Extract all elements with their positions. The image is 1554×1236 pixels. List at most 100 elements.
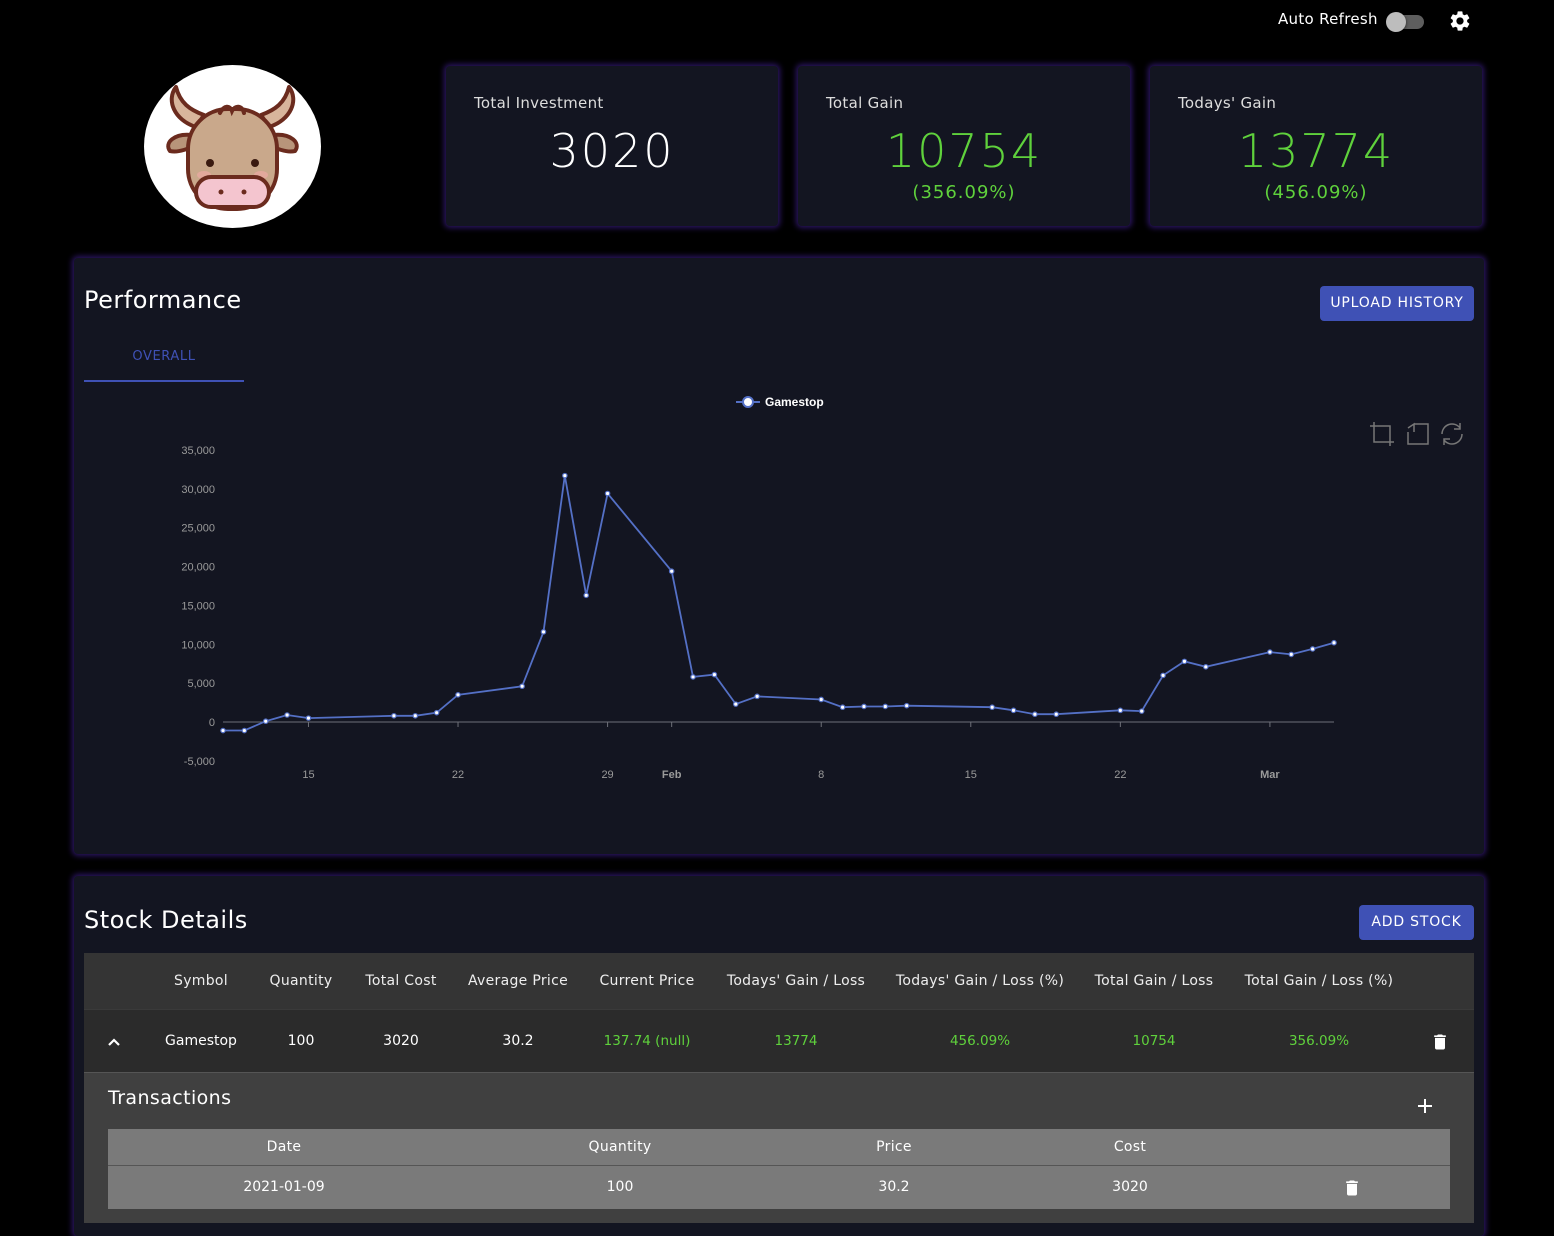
total-gain-title: Total Gain	[826, 94, 904, 112]
legend-marker	[742, 396, 754, 408]
data-point	[284, 712, 290, 718]
transaction-row: 2021-01-09 100 30.2 3020	[108, 1166, 1450, 1209]
data-point	[1309, 646, 1316, 652]
total-investment-title: Total Investment	[474, 94, 604, 112]
data-point	[391, 712, 397, 719]
todays-gain-title: Todays' Gain	[1178, 94, 1277, 112]
data-point	[455, 691, 461, 698]
x-tick-label: 15	[965, 769, 977, 781]
tx-col-date: Date	[266, 1139, 302, 1155]
data-point	[540, 629, 547, 635]
data-point	[1032, 711, 1038, 718]
data-point	[882, 703, 889, 710]
auto-refresh-toggle[interactable]	[1386, 12, 1426, 32]
tx-cell-quantity: 100	[606, 1179, 634, 1195]
x-tick-label: Mar	[1260, 769, 1280, 781]
data-point	[1331, 639, 1337, 646]
total-gain-percent: (356.09%)	[912, 182, 1016, 203]
stock-details-title: Stock Details	[84, 906, 248, 934]
total-gain-card: Total Gain 10754 (356.09%)	[798, 66, 1130, 226]
data-point	[839, 704, 846, 711]
add-stock-button[interactable]: ADD STOCK	[1359, 905, 1474, 940]
data-point	[1203, 664, 1209, 670]
data-point	[1267, 649, 1273, 655]
data-point	[412, 712, 419, 719]
data-point	[1010, 707, 1017, 714]
cell-todays-gain: 13774	[774, 1033, 818, 1049]
delete-transaction-icon[interactable]	[1342, 1177, 1362, 1199]
stock-details-card: Stock Details ADD STOCK Symbol Quantity …	[74, 876, 1484, 1236]
data-point	[754, 693, 760, 700]
delete-icon[interactable]	[1430, 1031, 1450, 1053]
cell-total-gain: 10754	[1132, 1033, 1176, 1049]
todays-gain-percent: (456.09%)	[1264, 182, 1368, 203]
legend-label: Gamestop	[765, 395, 824, 409]
total-investment-value: 3020	[549, 124, 675, 178]
cell-total-cost: 3020	[383, 1033, 419, 1049]
performance-chart: 35,000 30,000 25,000 20,000 15,000 10,000 5,00…	[181, 395, 1337, 781]
col-current-price: Current Price	[599, 973, 695, 989]
data-point	[711, 671, 718, 678]
col-quantity: Quantity	[269, 973, 333, 989]
y-tick-label: 10,000	[181, 639, 215, 651]
data-point	[818, 696, 825, 703]
data-point	[1160, 672, 1166, 679]
series-line	[223, 475, 1335, 732]
y-tick-label: 5,000	[187, 678, 215, 690]
todays-gain-value: 13774	[1237, 124, 1395, 178]
bull-icon	[166, 85, 299, 211]
avatar	[144, 65, 321, 228]
tx-col-cost: Cost	[1113, 1139, 1147, 1155]
transactions-table: Date Quantity Price Cost 2021-01-09 100 …	[108, 1129, 1450, 1209]
y-tick-label: 30,000	[181, 484, 215, 496]
performance-card: Performance UPLOAD HISTORY OVERALL 35,00…	[74, 258, 1484, 854]
y-tick-label: -5,000	[184, 756, 215, 768]
tx-cell-price: 30.2	[878, 1179, 910, 1195]
data-point	[1117, 707, 1124, 714]
y-tick-label: 35,000	[181, 445, 215, 457]
data-point	[262, 718, 269, 725]
x-tick-label: 22	[452, 769, 464, 781]
toggle-thumb[interactable]	[1386, 12, 1406, 32]
data-point	[1138, 708, 1145, 714]
tx-col-price: Price	[876, 1139, 912, 1155]
transactions-header: Date Quantity Price Cost	[108, 1129, 1450, 1166]
data-point	[433, 709, 440, 716]
data-point	[989, 704, 995, 711]
todays-gain-card: Todays' Gain 13774 (456.09%)	[1150, 66, 1482, 226]
chevron-up-icon[interactable]	[106, 1034, 122, 1050]
cell-total-gain-pct: 356.09%	[1288, 1033, 1350, 1049]
tx-cell-cost: 3020	[1112, 1179, 1148, 1195]
col-average-price: Average Price	[468, 973, 568, 989]
total-gain-value: 10754	[885, 124, 1043, 178]
data-point	[1181, 658, 1188, 665]
col-todays-gain: Todays' Gain / Loss	[726, 973, 866, 989]
top-bar: Auto Refresh	[0, 0, 1554, 44]
data-point	[241, 727, 248, 734]
transactions-title: Transactions	[108, 1087, 232, 1109]
cell-current-price: 137.74 (null)	[603, 1033, 691, 1049]
x-tick-label: 8	[818, 769, 824, 781]
data-point	[562, 472, 568, 479]
col-todays-gain-pct: Todays' Gain / Loss (%)	[895, 973, 1065, 989]
data-point	[583, 592, 590, 599]
add-transaction-icon[interactable]	[1416, 1097, 1434, 1115]
data-point	[604, 490, 611, 497]
auto-refresh-label: Auto Refresh	[1278, 10, 1378, 28]
tx-col-quantity: Quantity	[588, 1139, 652, 1155]
table-row: Gamestop 100 3020 30.2 137.74 (null) 137…	[84, 1009, 1474, 1073]
data-point	[519, 683, 525, 690]
cell-symbol: Gamestop	[165, 1033, 237, 1049]
col-total-gain: Total Gain / Loss	[1094, 973, 1214, 989]
stock-table-header: Symbol Quantity Total Cost Average Price…	[84, 953, 1474, 1009]
cell-todays-gain-pct: 456.09%	[949, 1033, 1011, 1049]
data-point	[861, 703, 867, 710]
transactions-panel: Transactions Date Quantity Price Cost 20…	[84, 1072, 1474, 1223]
col-total-gain-pct: Total Gain / Loss (%)	[1244, 973, 1394, 989]
y-tick-label: 20,000	[181, 562, 215, 574]
data-point	[1053, 711, 1060, 718]
gear-icon[interactable]	[1448, 9, 1472, 33]
y-tick-label: 15,000	[181, 600, 215, 612]
data-point	[903, 702, 910, 709]
total-investment-card: Total Investment 3020	[446, 66, 778, 226]
